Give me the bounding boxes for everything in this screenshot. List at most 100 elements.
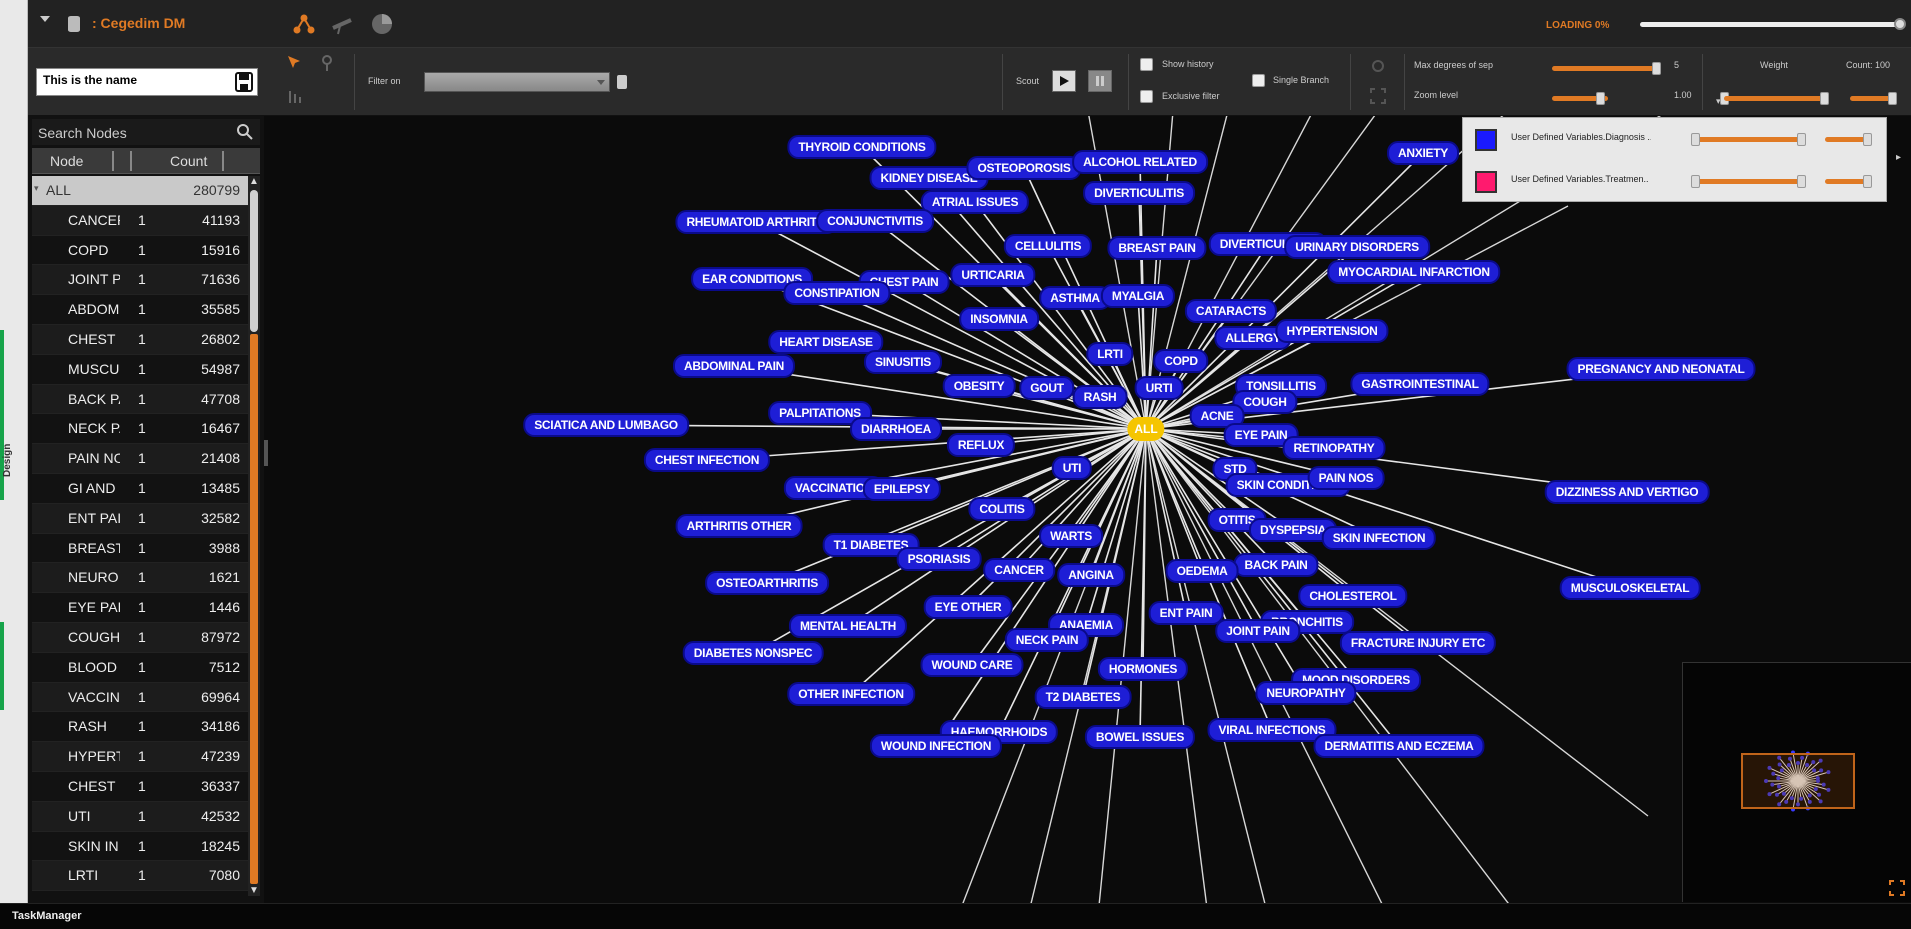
graph-node[interactable]: SINUSITIS <box>864 350 942 374</box>
table-row[interactable]: ABDOMINAL 1 35585 <box>32 295 248 325</box>
table-row[interactable]: CHEST 1 26802 <box>32 324 248 355</box>
scroll-down-icon[interactable]: ▼ <box>249 885 259 896</box>
graph-node[interactable]: THYROID CONDITIONS <box>787 135 937 159</box>
vertical-scrollbar[interactable]: ▲ ▼ <box>248 176 260 896</box>
scrollbar-thumb[interactable] <box>250 190 258 332</box>
filter-slider-knob[interactable] <box>617 75 627 89</box>
table-row[interactable]: CHEST 1 36337 <box>32 771 248 802</box>
graph-node[interactable]: RASH <box>1072 385 1128 409</box>
graph-node[interactable]: COLITIS <box>968 497 1036 521</box>
graph-node[interactable]: DERMATITIS AND ECZEMA <box>1313 734 1485 758</box>
zoom-knob[interactable] <box>1596 92 1605 105</box>
table-row[interactable]: BLOOD 1 7512 <box>32 652 248 683</box>
graph-node[interactable]: URTI <box>1134 376 1184 400</box>
graph-node[interactable]: MUSCULOSKELETAL <box>1559 576 1701 600</box>
name-field[interactable]: This is the name <box>36 68 258 96</box>
graph-node[interactable]: CONSTIPATION <box>783 281 891 305</box>
table-row[interactable]: RASH 1 34186 <box>32 712 248 743</box>
graph-node[interactable]: COPD <box>1153 349 1209 373</box>
legend-weight-slider[interactable] <box>1695 179 1803 184</box>
graph-root-node[interactable]: ALL <box>1127 417 1165 441</box>
graph-node[interactable]: REFLUX <box>946 433 1016 457</box>
graph-node[interactable]: RHEUMATOID ARTHRITIS <box>675 210 839 234</box>
graph-node[interactable]: URTICARIA <box>950 263 1036 287</box>
table-row[interactable]: MUSCULO 1 54987 <box>32 354 248 385</box>
legend-count-knob[interactable] <box>1863 175 1872 188</box>
show-history-checkbox[interactable] <box>1140 58 1153 71</box>
graph-node[interactable]: DIZZINESS AND VERTIGO <box>1544 480 1710 504</box>
table-row[interactable]: LRTI 1 7080 <box>32 861 248 892</box>
graph-node[interactable]: BACK PAIN <box>1233 553 1319 577</box>
graph-node[interactable]: OEDEMA <box>1165 559 1239 583</box>
single-branch-checkbox[interactable] <box>1252 74 1265 87</box>
graph-node[interactable]: BREAST PAIN <box>1107 236 1207 260</box>
table-row[interactable]: ALL 280799 ▾ <box>32 176 248 206</box>
save-icon[interactable] <box>235 72 253 92</box>
col-node-header[interactable]: Node <box>50 153 83 169</box>
table-row[interactable]: PAIN NOS 1 21408 <box>32 444 248 474</box>
table-row[interactable]: JOINT PAIN 1 71636 <box>32 265 248 296</box>
legend-weight-slider[interactable] <box>1695 137 1803 142</box>
exclusive-filter-checkbox[interactable] <box>1140 90 1153 103</box>
refresh-icon[interactable] <box>1370 58 1386 79</box>
legend-expand-icon[interactable]: ▸ <box>1896 152 1901 163</box>
table-row[interactable]: COPD 1 15916 <box>32 235 248 266</box>
network-graph-canvas[interactable]: THYROID CONDITIONS KIDNEY DISEASE OSTEOPOR… <box>268 116 1911 903</box>
graph-node[interactable]: ATRIAL ISSUES <box>920 190 1030 214</box>
legend-weight-max-knob[interactable] <box>1797 175 1806 188</box>
graph-node[interactable]: CATARACTS <box>1184 299 1278 323</box>
graph-node[interactable]: SKIN INFECTION <box>1321 526 1437 550</box>
graph-node[interactable]: ENT PAIN <box>1148 601 1224 625</box>
pause-button[interactable] <box>1088 70 1112 92</box>
table-row[interactable]: BACK PAIN 1 47708 <box>32 384 248 415</box>
filter-select[interactable] <box>424 72 610 92</box>
graph-node[interactable]: CHEST INFECTION <box>643 448 771 472</box>
graph-node[interactable]: EPILEPSY <box>862 477 942 501</box>
col-resize-handle[interactable] <box>112 151 114 171</box>
col-resize-handle[interactable] <box>222 151 224 171</box>
table-row[interactable]: GI AND 1 13485 <box>32 473 248 504</box>
graph-node[interactable]: FRACTURE INJURY ETC <box>1339 631 1497 655</box>
menu-dropdown-icon[interactable] <box>40 16 50 22</box>
layout-tool-icon[interactable] <box>286 88 304 111</box>
expand-icon[interactable] <box>1370 88 1386 109</box>
search-nodes-input[interactable]: Search Nodes <box>32 119 260 145</box>
table-row[interactable]: UTI 1 42532 <box>32 801 248 832</box>
graph-node[interactable]: SCIATICA AND LUMBAGO <box>523 413 689 437</box>
graph-node[interactable]: HORMONES <box>1097 657 1189 681</box>
pin-tool-icon[interactable] <box>320 54 334 77</box>
graph-node[interactable]: CHOLESTEROL <box>1298 584 1408 608</box>
legend-weight-min-knob[interactable] <box>1691 133 1700 146</box>
table-row[interactable]: NEURO 1 1621 <box>32 563 248 594</box>
col-resize-handle[interactable] <box>130 151 132 171</box>
table-row[interactable]: HYPERT 1 47239 <box>32 742 248 772</box>
graph-node[interactable]: WARTS <box>1039 524 1103 548</box>
graph-node[interactable]: GASTROINTESTINAL <box>1350 372 1490 396</box>
graph-node[interactable]: OTHER INFECTION <box>787 682 915 706</box>
max-degrees-knob[interactable] <box>1652 62 1661 75</box>
graph-node[interactable]: ABDOMINAL PAIN <box>672 354 796 378</box>
table-row[interactable]: COUGH 1 87972 <box>32 622 248 653</box>
graph-node[interactable]: PAIN NOS <box>1307 466 1385 490</box>
graph-node[interactable]: MENTAL HEALTH <box>788 614 908 638</box>
graph-node[interactable]: OBESITY <box>942 374 1016 398</box>
weight-max-knob[interactable] <box>1820 92 1829 105</box>
graph-node[interactable]: JOINT PAIN <box>1215 619 1301 643</box>
legend-count-knob[interactable] <box>1863 133 1872 146</box>
graph-node[interactable]: T2 DIABETES <box>1034 685 1132 709</box>
fullscreen-icon[interactable] <box>1889 880 1905 896</box>
graph-node[interactable]: RETINOPATHY <box>1282 436 1386 460</box>
pie-view-icon[interactable] <box>368 10 396 38</box>
graph-node[interactable]: CONJUNCTIVITIS <box>816 209 934 233</box>
graph-node[interactable]: ANGINA <box>1057 563 1125 587</box>
minimap-viewport[interactable] <box>1741 753 1855 809</box>
graph-node[interactable]: MYALGIA <box>1100 284 1176 308</box>
select-tool-icon[interactable] <box>286 54 304 77</box>
table-row[interactable]: ENT PAIN 1 32582 <box>32 503 248 534</box>
graph-node[interactable]: GOUT <box>1019 376 1075 400</box>
graph-node[interactable]: NEUROPATHY <box>1255 681 1357 705</box>
graph-node[interactable]: CANCER <box>983 558 1055 582</box>
graph-node[interactable]: WOUND INFECTION <box>869 734 1003 758</box>
graph-node[interactable]: DIABETES NONSPEC <box>682 641 824 665</box>
graph-node[interactable]: PREGNANCY AND NEONATAL <box>1566 357 1756 381</box>
